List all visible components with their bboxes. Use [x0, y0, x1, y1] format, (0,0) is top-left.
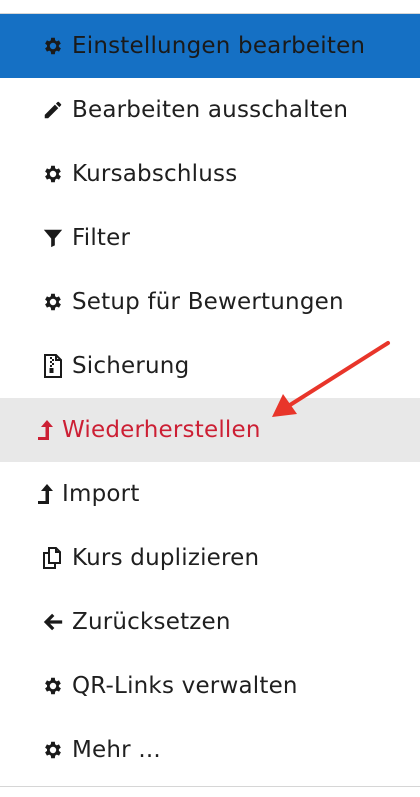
menu-item-label: Einstellungen bearbeiten	[72, 33, 366, 59]
menu-item-setup-bewertungen[interactable]: Setup für Bewertungen	[0, 270, 420, 334]
upload-arrow-icon	[34, 481, 56, 507]
arrow-left-icon	[40, 609, 66, 635]
menu-item-label: Sicherung	[72, 353, 190, 379]
menu-item-label: Filter	[72, 225, 131, 251]
menu-item-mehr[interactable]: Mehr ...	[0, 718, 420, 782]
menu-item-filter[interactable]: Filter	[0, 206, 420, 270]
upload-arrow-icon	[34, 417, 56, 443]
menu-item-einstellungen-bearbeiten[interactable]: Einstellungen bearbeiten	[0, 14, 420, 78]
menu-item-bearbeiten-ausschalten[interactable]: Bearbeiten ausschalten	[0, 78, 420, 142]
menu-top-divider	[0, 0, 420, 14]
menu-bottom-divider	[0, 786, 420, 797]
menu-item-label: Wiederherstellen	[62, 417, 261, 443]
archive-file-icon	[40, 353, 66, 379]
gear-icon	[40, 33, 66, 59]
filter-icon	[40, 225, 66, 251]
course-admin-menu: Einstellungen bearbeiten Bearbeiten auss…	[0, 0, 420, 797]
menu-item-kursabschluss[interactable]: Kursabschluss	[0, 142, 420, 206]
pencil-icon	[40, 97, 66, 123]
gear-icon	[40, 737, 66, 763]
menu-item-sicherung[interactable]: Sicherung	[0, 334, 420, 398]
menu-item-import[interactable]: Import	[0, 462, 420, 526]
menu-item-label: Setup für Bewertungen	[72, 289, 344, 315]
copy-icon	[40, 545, 66, 571]
menu-item-label: Kursabschluss	[72, 161, 238, 187]
menu-item-zuruecksetzen[interactable]: Zurücksetzen	[0, 590, 420, 654]
gear-icon	[40, 161, 66, 187]
menu-item-label: Import	[62, 481, 140, 507]
menu-item-label: QR-Links verwalten	[72, 673, 298, 699]
gear-icon	[40, 673, 66, 699]
menu-item-qr-links-verwalten[interactable]: QR-Links verwalten	[0, 654, 420, 718]
menu-item-wiederherstellen[interactable]: Wiederherstellen	[0, 398, 420, 462]
menu-item-label: Zurücksetzen	[72, 609, 231, 635]
menu-item-kurs-duplizieren[interactable]: Kurs duplizieren	[0, 526, 420, 590]
menu-item-label: Bearbeiten ausschalten	[72, 97, 349, 123]
menu-item-label: Kurs duplizieren	[72, 545, 260, 571]
gear-icon	[40, 289, 66, 315]
menu-item-label: Mehr ...	[72, 737, 161, 763]
